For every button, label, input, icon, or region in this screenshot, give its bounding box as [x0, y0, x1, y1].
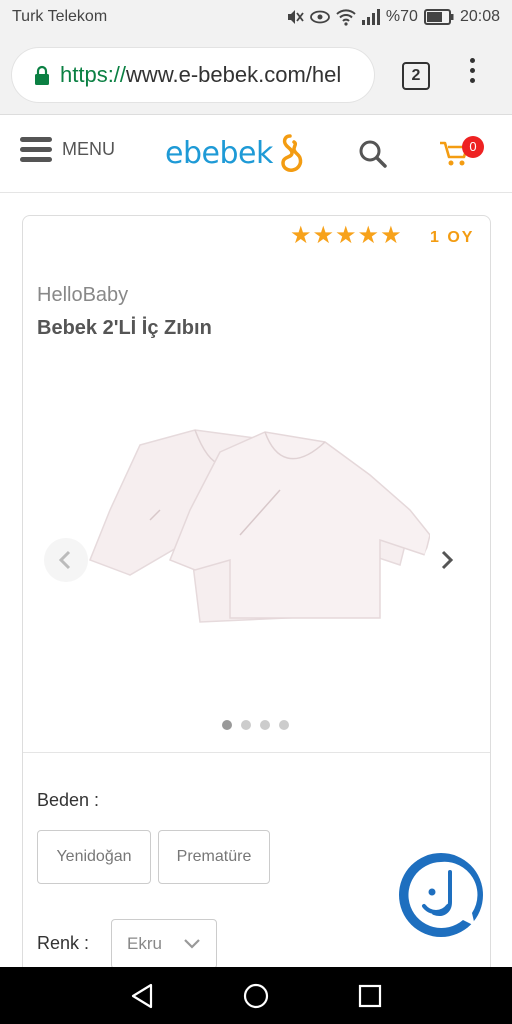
color-label: Renk :	[37, 933, 90, 953]
lock-icon	[35, 65, 49, 85]
hamburger-icon	[20, 137, 52, 162]
recents-icon[interactable]	[358, 984, 382, 1008]
logo-text: ebebek	[165, 135, 273, 171]
color-select-value: Ekru	[127, 934, 162, 953]
carousel-dot[interactable]	[279, 720, 289, 730]
carrier-name: Turk Telekom	[12, 8, 108, 25]
search-icon[interactable]	[358, 139, 388, 169]
status-icons: %70 20:08	[286, 8, 500, 26]
signal-icon	[361, 9, 380, 25]
url-host: www.e-bebek.com/hel	[126, 62, 342, 87]
size-option-premature[interactable]: Prematüre	[158, 830, 270, 884]
menu-label: MENU	[62, 139, 115, 159]
menu-button[interactable]: MENU	[20, 137, 115, 162]
url-scheme: https://	[60, 62, 127, 87]
review-count-link[interactable]: 1 OY	[430, 229, 474, 247]
divider	[23, 752, 490, 753]
rating-stars[interactable]: ★ ★ ★ ★ ★	[290, 224, 402, 248]
carousel-indicators[interactable]	[222, 720, 289, 730]
star-icon: ★	[290, 222, 312, 249]
product-title: Bebek 2'Lİ İç Zıbın	[37, 317, 212, 339]
star-icon: ★	[335, 222, 357, 249]
back-icon[interactable]	[130, 983, 154, 1009]
product-brand: HelloBaby	[37, 284, 129, 306]
tab-switcher-button[interactable]: 2	[402, 62, 430, 90]
chevron-down-icon	[184, 939, 200, 949]
eye-icon	[310, 10, 330, 24]
url-text: https://www.e-bebek.com/hel	[60, 62, 341, 88]
live-chat-button[interactable]	[398, 852, 484, 938]
battery-percent: %70	[385, 8, 418, 25]
clock: 20:08	[459, 8, 500, 25]
product-image[interactable]	[80, 360, 430, 680]
wifi-icon	[336, 9, 356, 26]
status-bar: Turk Telekom %70 20:08	[0, 0, 512, 36]
carousel-dot[interactable]	[241, 720, 251, 730]
browser-menu-icon[interactable]	[464, 58, 480, 94]
cart-count-badge: 0	[462, 136, 484, 158]
browser-toolbar: https://www.e-bebek.com/hel 2	[0, 36, 512, 115]
star-icon: ★	[312, 222, 335, 249]
size-label: Beden :	[37, 790, 100, 810]
carousel-dot[interactable]	[260, 720, 270, 730]
battery-icon	[423, 9, 454, 25]
home-icon[interactable]	[243, 983, 269, 1009]
carousel-prev-button[interactable]	[44, 538, 88, 582]
carousel-next-button[interactable]	[424, 538, 468, 582]
site-header: MENU ebebek	[0, 115, 512, 193]
chevron-left-icon	[58, 550, 71, 570]
star-icon: ★	[380, 222, 402, 249]
chevron-right-icon	[441, 550, 454, 570]
address-bar[interactable]: https://www.e-bebek.com/hel	[12, 48, 374, 102]
size-option-yenidogan[interactable]: Yenidoğan	[37, 830, 151, 884]
star-icon: ★	[357, 222, 380, 249]
color-select[interactable]: Ekru	[111, 919, 217, 969]
logo-mark-icon	[281, 134, 303, 172]
mute-icon	[287, 10, 304, 24]
system-nav-bar	[0, 967, 512, 1024]
site-logo[interactable]: ebebek	[165, 133, 307, 173]
carousel-dot[interactable]	[222, 720, 232, 730]
